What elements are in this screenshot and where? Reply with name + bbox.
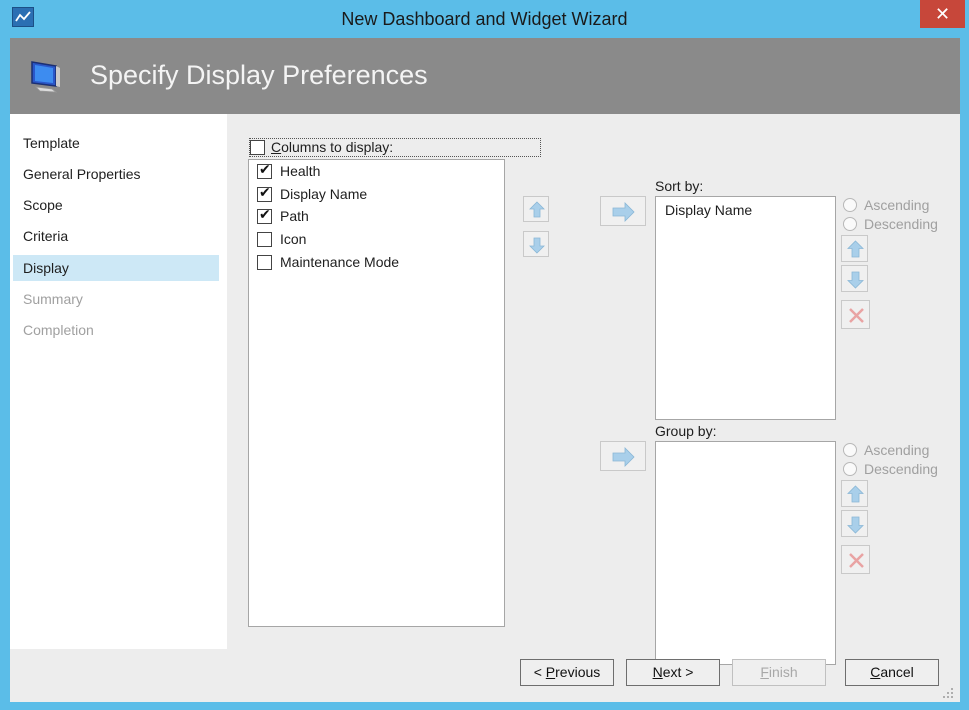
cancel-button-label: Cancel bbox=[870, 664, 914, 680]
sidebar-item-scope[interactable]: Scope bbox=[13, 192, 219, 218]
group-move-up-button[interactable] bbox=[841, 480, 868, 507]
monitor-icon bbox=[26, 56, 66, 96]
delete-x-icon bbox=[849, 553, 864, 568]
list-item[interactable]: Health bbox=[280, 163, 320, 179]
sort-by-list[interactable]: Display Name bbox=[655, 196, 836, 420]
column-checkbox-health[interactable]: ✔ bbox=[257, 162, 272, 179]
group-descending-radio bbox=[843, 462, 857, 476]
group-move-down-button[interactable] bbox=[841, 510, 868, 537]
add-to-sort-button[interactable] bbox=[600, 196, 646, 226]
columns-to-display-text: olumns to display: bbox=[281, 139, 394, 155]
header-band: Specify Display Preferences bbox=[10, 38, 960, 114]
arrow-up-icon bbox=[529, 201, 545, 218]
group-remove-button[interactable] bbox=[841, 545, 870, 574]
delete-x-icon bbox=[849, 308, 864, 323]
next-button-label: Next > bbox=[652, 664, 694, 680]
sort-by-label: Sort by: bbox=[655, 178, 704, 194]
sort-ascending-radio bbox=[843, 198, 857, 212]
sort-ascending-label: Ascending bbox=[864, 197, 930, 213]
list-item[interactable]: Path bbox=[280, 208, 309, 224]
add-to-group-button[interactable] bbox=[600, 441, 646, 471]
title-bar[interactable]: New Dashboard and Widget Wizard ✕ bbox=[0, 0, 969, 38]
sort-move-down-button[interactable] bbox=[841, 265, 868, 292]
group-by-list[interactable] bbox=[655, 441, 836, 665]
checkmark-icon: ✔ bbox=[259, 185, 271, 201]
previous-button[interactable]: < Previous bbox=[520, 659, 614, 686]
list-item[interactable]: Maintenance Mode bbox=[280, 254, 399, 270]
move-column-up-button[interactable] bbox=[523, 196, 549, 222]
wizard-window: New Dashboard and Widget Wizard ✕ Specif… bbox=[0, 0, 969, 710]
close-button[interactable]: ✕ bbox=[920, 0, 965, 28]
move-column-down-button[interactable] bbox=[523, 231, 549, 257]
group-ascending-label: Ascending bbox=[864, 442, 930, 458]
arrow-up-icon bbox=[847, 485, 864, 503]
sidebar-item-template[interactable]: Template bbox=[13, 130, 219, 156]
previous-button-label: < Previous bbox=[533, 664, 601, 680]
finish-button-label: Finish bbox=[760, 664, 798, 680]
sort-descending-label: Descending bbox=[864, 216, 938, 232]
sort-move-up-button[interactable] bbox=[841, 235, 868, 262]
columns-list[interactable]: ✔ Health ✔ Display Name ✔ Path Icon Main… bbox=[248, 159, 505, 627]
arrow-right-icon bbox=[612, 447, 635, 467]
arrow-down-icon bbox=[847, 271, 864, 289]
group-by-label: Group by: bbox=[655, 423, 717, 439]
page-title: Specify Display Preferences bbox=[90, 60, 428, 90]
checkmark-icon: ✔ bbox=[259, 162, 271, 178]
finish-button: Finish bbox=[732, 659, 826, 686]
arrow-right-icon bbox=[612, 202, 635, 222]
window-title: New Dashboard and Widget Wizard bbox=[341, 9, 628, 29]
resize-grip-icon[interactable] bbox=[940, 685, 954, 699]
column-checkbox-display-name[interactable]: ✔ bbox=[257, 185, 272, 202]
close-icon: ✕ bbox=[934, 4, 951, 24]
sort-remove-button[interactable] bbox=[841, 300, 870, 329]
group-descending-label: Descending bbox=[864, 461, 938, 477]
sidebar-item-display[interactable]: Display bbox=[13, 255, 219, 281]
list-item[interactable]: Icon bbox=[280, 231, 306, 247]
list-item[interactable]: Display Name bbox=[665, 202, 752, 218]
cancel-button[interactable]: Cancel bbox=[845, 659, 939, 686]
display-preferences-panel: Columns to display: ✔ Health ✔ Display N… bbox=[227, 114, 960, 665]
sidebar-item-general-properties[interactable]: General Properties bbox=[13, 161, 219, 187]
next-button[interactable]: Next > bbox=[626, 659, 720, 686]
group-ascending-radio bbox=[843, 443, 857, 457]
columns-to-display-label: Columns to display: bbox=[271, 139, 394, 155]
list-item[interactable]: Display Name bbox=[280, 186, 367, 202]
sidebar-item-criteria[interactable]: Criteria bbox=[13, 223, 219, 249]
wizard-frame: Specify Display Preferences Template Gen… bbox=[10, 38, 960, 702]
checkmark-icon: ✔ bbox=[259, 207, 271, 223]
column-checkbox-path[interactable]: ✔ bbox=[257, 207, 272, 224]
sidebar-item-completion: Completion bbox=[23, 322, 94, 338]
column-checkbox-maintenance-mode[interactable] bbox=[257, 255, 272, 270]
sort-descending-radio bbox=[843, 217, 857, 231]
arrow-down-icon bbox=[847, 516, 864, 534]
select-all-columns-checkbox[interactable] bbox=[250, 140, 265, 155]
wizard-steps-sidebar: Template General Properties Scope Criter… bbox=[10, 114, 227, 649]
arrow-up-icon bbox=[847, 240, 864, 258]
arrow-down-icon bbox=[529, 237, 545, 254]
sidebar-item-summary: Summary bbox=[23, 291, 83, 307]
column-checkbox-icon[interactable] bbox=[257, 232, 272, 247]
